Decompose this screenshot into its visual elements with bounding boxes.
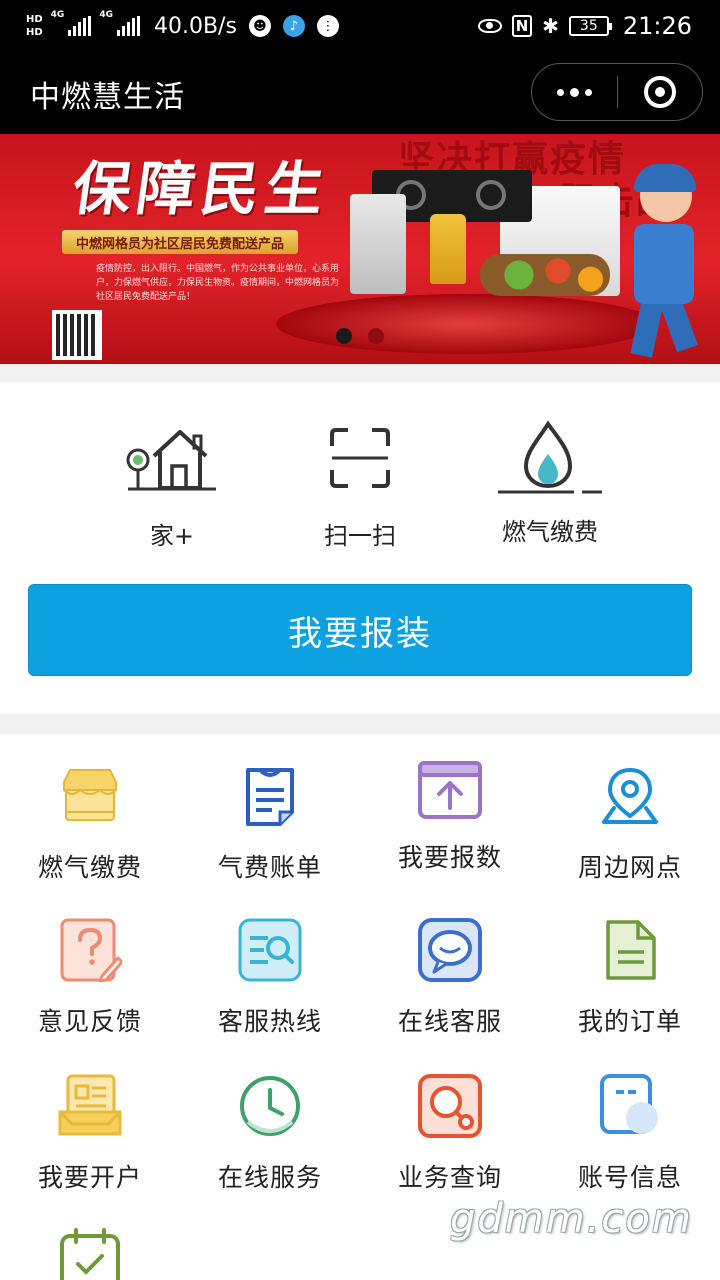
grid-item-label: 燃气缴费 <box>37 853 142 882</box>
grid-item-label: 业务查询 <box>397 1163 502 1192</box>
close-mini-program-button[interactable] <box>618 63 702 121</box>
grid-item-online-support[interactable]: 在线客服 <box>360 914 540 1038</box>
network-2-label: 4G <box>99 10 113 20</box>
banner-oil-bottle-image <box>430 214 466 284</box>
network-speed: 40.0B/s <box>153 13 237 39</box>
quick-item-gas-payment[interactable]: 燃气缴费 <box>460 418 640 547</box>
account-card-icon <box>594 1070 666 1142</box>
hd-indicator: HD HD <box>26 13 43 38</box>
grid-item-label: 账号信息 <box>577 1163 682 1192</box>
grid-item-label: 气费账单 <box>217 853 322 882</box>
eye-comfort-icon <box>478 19 503 33</box>
grid-item-label: 周边网点 <box>577 853 682 882</box>
quick-actions-panel: 家+ 扫一扫 燃气缴费 我要报装 <box>0 382 720 714</box>
banner-pagination <box>336 328 384 344</box>
status-right: N ✱ 35 21:26 <box>478 4 692 48</box>
signal-2-icon <box>116 16 140 36</box>
search-icon <box>414 1070 486 1142</box>
apply-installation-button[interactable]: 我要报装 <box>28 584 692 676</box>
audio-app-icon: ⋮ <box>316 15 339 37</box>
hd-2-label: HD <box>26 26 43 38</box>
grid-item-nearby-outlets[interactable]: 周边网点 <box>540 760 720 884</box>
grid-item-meter-report[interactable]: 我要报数 <box>360 754 540 874</box>
quick-item-label: 家+ <box>149 522 195 550</box>
banner-delivery-man-image <box>616 164 706 364</box>
location-pin-icon <box>594 760 666 832</box>
clock-time: 21:26 <box>622 12 692 40</box>
banner-headline: 保障民生 <box>68 155 335 223</box>
checklist-icon <box>54 1224 126 1280</box>
banner-vegetables-image <box>480 254 610 296</box>
battery-icon: 35 <box>568 16 612 36</box>
pagination-dot[interactable] <box>368 328 384 344</box>
house-icon <box>117 418 227 498</box>
quick-item-label: 扫一扫 <box>324 522 396 550</box>
more-options-button[interactable] <box>532 63 617 121</box>
grid-item-feedback[interactable]: 意见反馈 <box>0 914 180 1038</box>
order-icon <box>594 914 666 986</box>
grid-item-label: 客服热线 <box>217 1007 322 1036</box>
banner-ribbon: 中燃网格员为社区居民免费配送产品 <box>62 230 299 254</box>
status-bar: HD HD 4G 4G 40.0B/s ☻ ♪ ⋮ N ✱ 35 21:26 <box>0 0 720 50</box>
page-title: 中燃慧生活 <box>30 80 185 115</box>
bill-icon <box>234 760 306 832</box>
network-1-label: 4G <box>50 10 65 20</box>
banner-description: 疫情防控，出入限行。中国燃气，作为公共事业单位，心系用户，力保燃气供应，力保民生… <box>96 264 340 302</box>
qr-code-icon <box>52 310 102 360</box>
bluetooth-icon: ✱ <box>542 14 559 38</box>
grid-item-gas-bill[interactable]: 气费账单 <box>180 760 360 884</box>
upload-icon <box>414 754 486 826</box>
feedback-icon <box>54 914 126 986</box>
signal-1-icon <box>68 16 92 36</box>
banner-water-heater-image <box>350 194 406 294</box>
quick-item-scan[interactable]: 扫一扫 <box>270 418 450 551</box>
storefront-icon <box>54 760 126 832</box>
clock-icon <box>234 1070 306 1142</box>
grid-item-business-query[interactable]: 业务查询 <box>360 1070 540 1194</box>
grid-item-label: 在线服务 <box>217 1163 322 1192</box>
grid-item-label: 我要报数 <box>397 843 502 872</box>
grid-item-open-account[interactable]: 我要开户 <box>0 1070 180 1194</box>
grid-item-label: 意见反馈 <box>37 1007 142 1036</box>
quick-item-home-plus[interactable]: 家+ <box>82 418 262 551</box>
promo-banner[interactable]: 坚决打赢疫情 阻击战 保障民生 中燃网格员为社区居民免费配送产品 疫情防控，出入… <box>0 134 720 364</box>
grid-item-gas-payment[interactable]: 燃气缴费 <box>0 760 180 884</box>
grid-item-my-orders[interactable]: 我的订单 <box>540 914 720 1038</box>
grid-item-label: 我的订单 <box>577 1007 682 1036</box>
banner-stage <box>276 294 656 354</box>
grid-item-hotline[interactable]: 客服热线 <box>180 914 360 1038</box>
chat-icon <box>414 914 486 986</box>
mini-program-navbar: 中燃慧生活 <box>0 50 720 134</box>
grid-item-label: 在线客服 <box>397 1007 502 1036</box>
open-account-icon <box>54 1070 126 1142</box>
grid-item-account-info[interactable]: 账号信息 <box>540 1070 720 1194</box>
grid-item-label: 我要开户 <box>37 1163 142 1192</box>
capsule-menu <box>531 63 703 121</box>
grid-item-online-service[interactable]: 在线服务 <box>180 1070 360 1194</box>
status-left: HD HD 4G 4G 40.0B/s ☻ ♪ ⋮ <box>26 4 339 48</box>
scan-icon <box>305 418 415 498</box>
hotline-icon <box>234 914 306 986</box>
hd-1-label: HD <box>26 13 43 25</box>
nfc-icon: N <box>512 15 533 37</box>
target-circle-icon <box>643 76 676 108</box>
wechat-notification-icon: ☻ <box>248 15 271 37</box>
gas-flame-icon <box>495 418 605 498</box>
pagination-dot-active[interactable] <box>336 328 352 344</box>
site-watermark: gdmm.com <box>450 1196 693 1242</box>
app-screen: HD HD 4G 4G 40.0B/s ☻ ♪ ⋮ N ✱ 35 21:26 中… <box>0 0 720 1280</box>
grid-item-checklist[interactable] <box>0 1224 180 1280</box>
quick-item-label: 燃气缴费 <box>502 518 598 546</box>
music-app-icon: ♪ <box>282 15 305 37</box>
